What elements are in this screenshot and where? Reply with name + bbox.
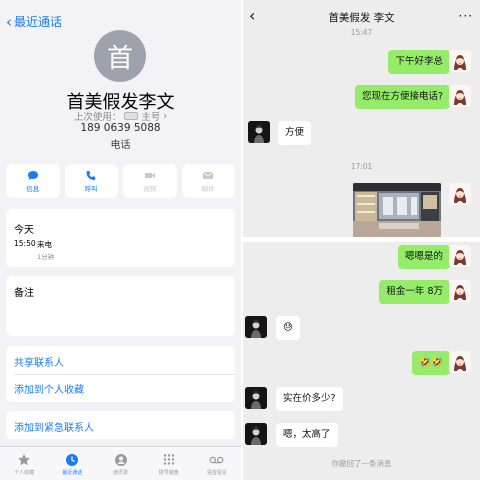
call-type: 来电 [37, 240, 52, 249]
my-avatar[interactable] [449, 351, 471, 373]
call-time: 15:50 [14, 239, 36, 248]
video-camera-icon [144, 172, 155, 178]
recent-calls-card: 今天 15:50 来电 1分钟 [6, 209, 235, 267]
call-label: 呼叫 [84, 184, 98, 193]
message-bubble-received[interactable]: 方便 [278, 121, 312, 145]
message-bubble-sent[interactable]: 嗯嗯是的 [397, 245, 450, 269]
mail-label: 邮件 [201, 184, 215, 193]
phone-icon [86, 170, 96, 180]
keypad-icon [161, 452, 176, 467]
message-bubble-sent[interactable]: 下午好李总 [388, 50, 450, 74]
message-bubble-sent[interactable]: 租金一年 8万 [379, 280, 450, 304]
video-button[interactable]: 视频 [123, 164, 177, 198]
tab-label: 通讯录 [113, 470, 129, 476]
contact-avatar: 首 [94, 30, 146, 82]
my-avatar[interactable] [449, 50, 471, 72]
back-label: 最近通话 [14, 15, 63, 29]
message-bubble-sent[interactable]: 您现在方便接电话? [354, 85, 450, 109]
contact-links-card: 共享联系人 添加到个人收藏 [6, 346, 235, 402]
sim-card-icon [124, 112, 139, 120]
call-button[interactable]: 呼叫 [64, 164, 118, 198]
message-timestamp: 15:47 [350, 28, 373, 37]
mail-button[interactable]: 邮件 [181, 164, 235, 198]
message-bubble-received[interactable]: 实在价多少? [276, 387, 343, 411]
message-icon [27, 170, 38, 180]
video-label: 视频 [143, 184, 157, 193]
contact-panel: ‹ 最近通话 首 首美假发李文 上次使用： 主号 › 189 0639 5088… [0, 0, 241, 480]
tab-label: 个人收藏 [14, 470, 35, 476]
add-emergency-contact-link[interactable]: 添加到紧急联系人 [14, 419, 94, 434]
tab-voicemail[interactable]: 语音留言 [193, 447, 241, 480]
more-icon[interactable]: ··· [459, 9, 473, 23]
notes-card[interactable]: 备注 [6, 276, 235, 336]
chat-panel-top: ‹ 首美假发 李文 ··· 15:47 下午好李总 您现在方便接电话? 方便 1… [243, 0, 480, 237]
my-avatar[interactable] [449, 280, 471, 302]
chevron-left-icon: ‹ [6, 12, 12, 31]
share-contact-link[interactable]: 共享联系人 [14, 354, 64, 369]
mail-icon [203, 171, 214, 179]
contact-avatar[interactable] [245, 316, 267, 338]
tab-recents[interactable]: 最近通话 [48, 447, 96, 480]
contact-actions: 信息 呼叫 视频 邮件 [6, 164, 235, 198]
contact-avatar[interactable] [245, 423, 267, 445]
my-avatar[interactable] [449, 85, 471, 107]
tab-favorites[interactable]: 个人收藏 [0, 447, 48, 480]
chat-header: ‹ 首美假发 李文 ··· [243, 0, 480, 30]
person-icon [113, 452, 128, 467]
emergency-card: 添加到紧急联系人 [6, 411, 235, 439]
clock-icon [65, 452, 80, 467]
tab-label: 语音留言 [206, 470, 227, 476]
recent-calls-title: 今天 [14, 225, 34, 236]
phone-label: 电话 [110, 140, 131, 151]
tab-label: 最近通话 [62, 470, 83, 476]
notes-label: 备注 [14, 288, 34, 299]
message-button[interactable]: 信息 [6, 164, 60, 198]
last-used-line[interactable]: 上次使用： 主号 › [0, 109, 241, 124]
tab-bar: 个人收藏 最近通话 通讯录 拨号键盘 语音留言 [0, 446, 241, 480]
add-to-favorites-link[interactable]: 添加到个人收藏 [14, 381, 84, 396]
contact-avatar[interactable] [245, 387, 267, 409]
chat-panel-bottom: 嗯嗯是的 租金一年 8万 😓 🤣🤣 实在价多少? 嗯，太高了 你撤回了一条消息 [243, 242, 480, 480]
last-used-value: 主号 [141, 112, 161, 123]
contact-avatar[interactable] [248, 121, 270, 143]
message-bubble-sent[interactable]: 🤣🤣 [412, 351, 450, 375]
my-avatar[interactable] [449, 245, 471, 267]
tab-contacts[interactable]: 通讯录 [96, 447, 144, 480]
last-used-prefix: 上次使用： [73, 112, 122, 123]
recall-notice: 你撤回了一条消息 [331, 459, 392, 468]
chevron-right-icon: › [163, 110, 168, 122]
message-bubble-received[interactable]: 😓 [276, 316, 300, 340]
back-to-recents-button[interactable]: ‹ 最近通话 [6, 13, 62, 30]
avatar-initial: 首 [106, 43, 133, 74]
call-duration: 1分钟 [37, 253, 55, 261]
photo-message[interactable] [353, 183, 441, 237]
voicemail-icon [209, 452, 224, 467]
message-timestamp: 17:01 [350, 162, 373, 171]
message-bubble-received[interactable]: 嗯，太高了 [276, 423, 338, 447]
tab-keypad[interactable]: 拨号键盘 [145, 447, 193, 480]
star-icon [17, 452, 32, 467]
tab-label: 拨号键盘 [158, 470, 179, 476]
divider [14, 374, 235, 375]
phone-number[interactable]: 189 0639 5088 [0, 122, 241, 134]
my-avatar[interactable] [449, 183, 471, 205]
message-label: 信息 [26, 184, 40, 193]
chat-title: 首美假发 李文 [328, 12, 395, 24]
